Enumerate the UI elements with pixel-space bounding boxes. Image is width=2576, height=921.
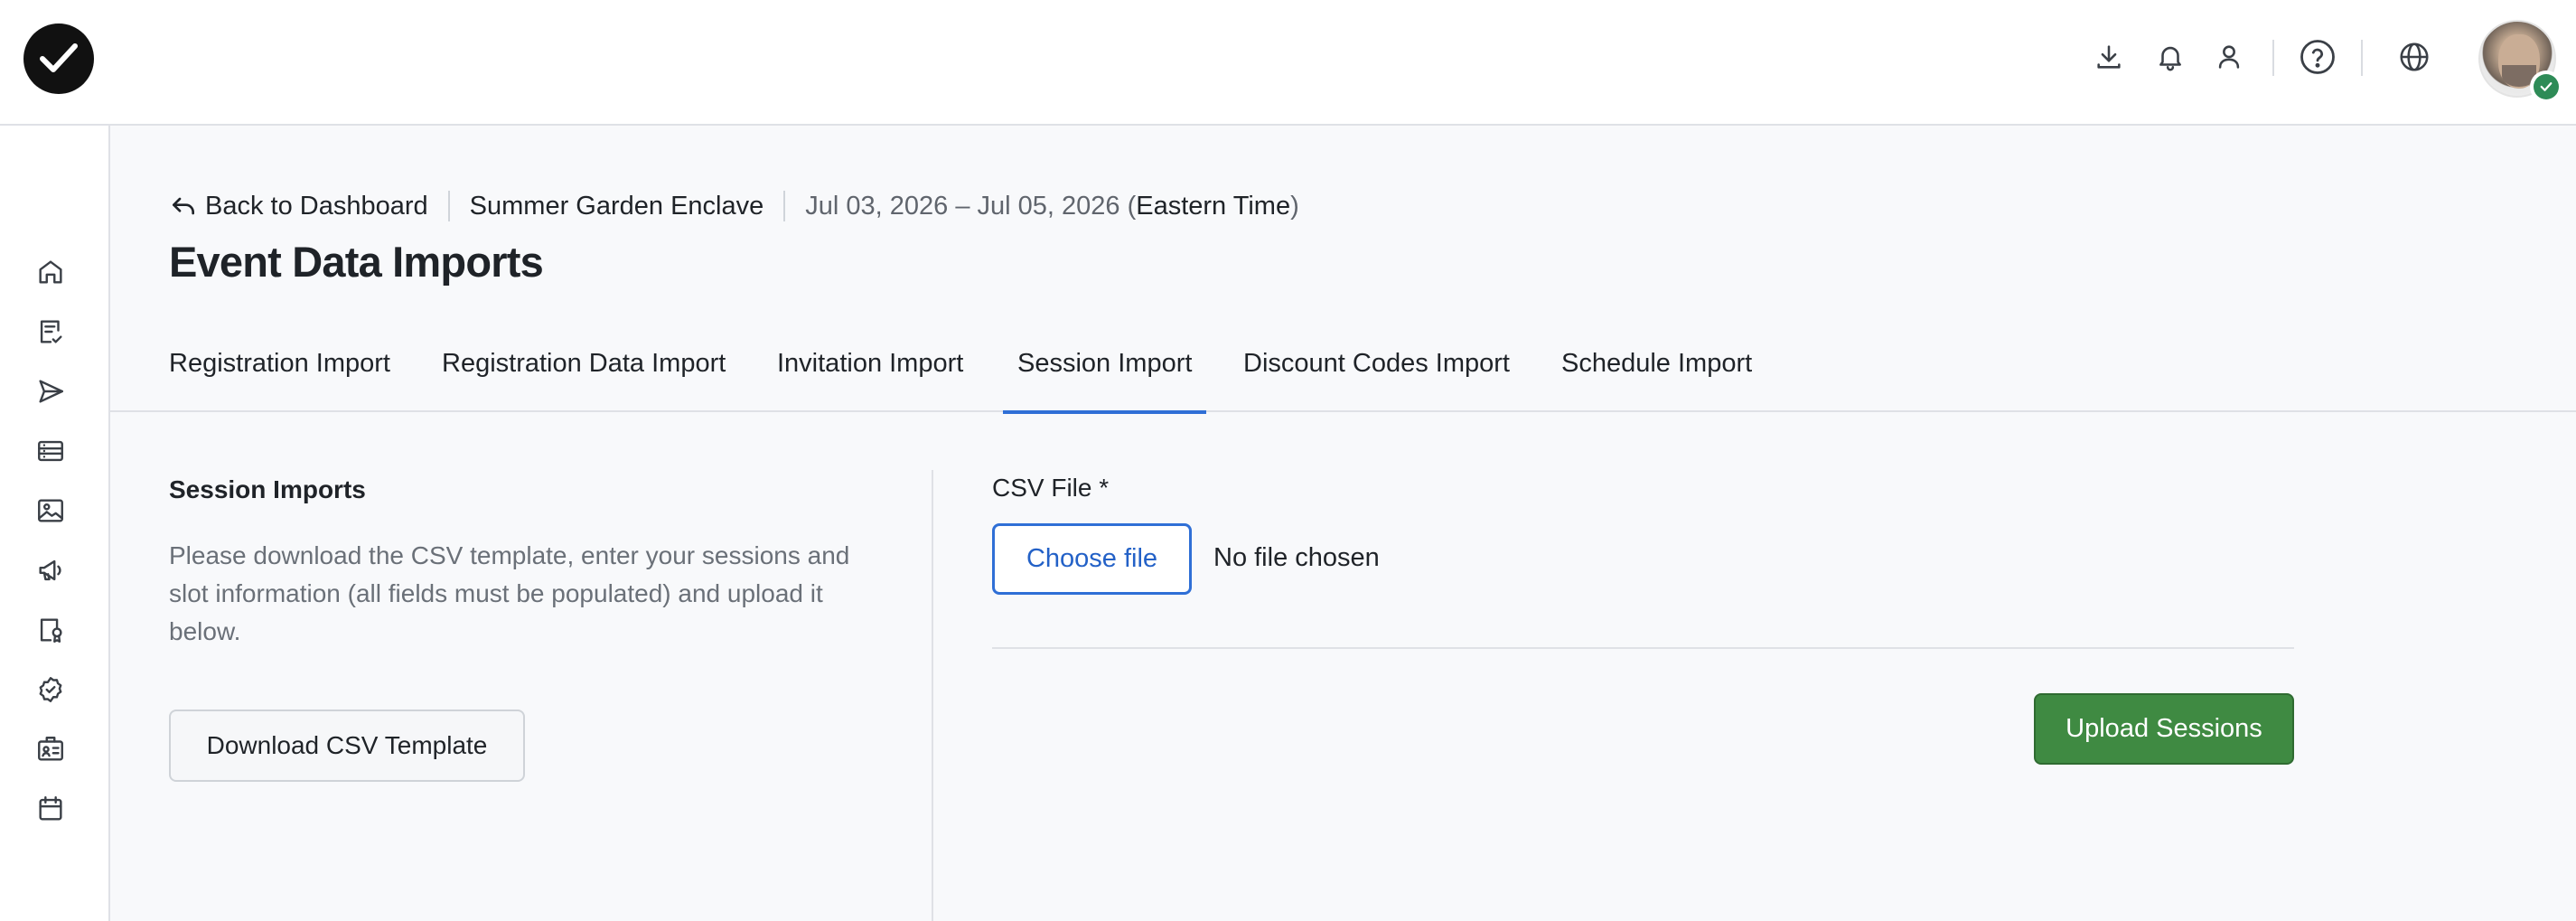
file-status: No file chosen	[1213, 543, 1380, 572]
download-icon[interactable]	[2088, 36, 2130, 78]
date-close-paren: )	[1290, 191, 1299, 221]
user-icon[interactable]	[2208, 36, 2250, 78]
description-line: Please download the CSV template, enter …	[169, 541, 850, 569]
back-arrow-icon	[173, 197, 194, 215]
calendar-icon[interactable]	[34, 793, 67, 825]
upload-sessions-button[interactable]: Upload Sessions	[2034, 693, 2294, 765]
panel-divider	[932, 470, 933, 921]
tab-label: Registration Import	[169, 349, 390, 378]
tab-schedule-import[interactable]: Schedule Import	[1561, 349, 1752, 412]
top-bar	[0, 0, 2576, 126]
image-icon[interactable]	[34, 494, 67, 527]
tab-session-import[interactable]: Session Import	[1002, 349, 1207, 414]
back-label: Back to Dashboard	[205, 191, 428, 221]
breadcrumb-separator	[447, 191, 450, 221]
tab-label: Discount Codes Import	[1243, 349, 1510, 378]
badge-certificate-icon[interactable]	[34, 614, 67, 646]
verified-icon	[2534, 74, 2559, 99]
sidebar	[0, 126, 110, 921]
description-line: slot information (all fields must be pop…	[169, 579, 823, 607]
help-icon[interactable]	[2297, 36, 2338, 78]
import-tabs: Registration Import Registration Data Im…	[110, 336, 2576, 414]
section-title: Session Imports	[169, 475, 366, 503]
tab-registration-data-import[interactable]: Registration Data Import	[442, 349, 726, 412]
section-description: Please download the CSV template, enter …	[169, 537, 892, 651]
download-csv-template-button[interactable]: Download CSV Template	[169, 710, 525, 782]
status-badge	[2530, 70, 2562, 103]
tab-registration-import[interactable]: Registration Import	[169, 349, 390, 412]
breadcrumb-separator	[783, 191, 786, 221]
tab-label: Schedule Import	[1561, 349, 1753, 378]
checklist-icon[interactable]	[34, 315, 67, 348]
description-line: below.	[169, 617, 241, 645]
tab-label: Registration Data Import	[442, 349, 726, 378]
back-to-dashboard-link[interactable]: Back to Dashboard	[169, 192, 428, 221]
logo[interactable]	[23, 23, 94, 94]
tab-label: Session Import	[1017, 349, 1193, 378]
divider	[2272, 40, 2274, 76]
checkmark-logo-icon	[40, 43, 78, 72]
event-name: Summer Garden Enclave	[469, 191, 764, 221]
list-icon[interactable]	[34, 435, 67, 467]
timezone-label: Eastern Time	[1136, 191, 1291, 221]
page-title: Event Data Imports	[169, 238, 544, 286]
globe-icon[interactable]	[2393, 36, 2435, 78]
send-icon[interactable]	[34, 375, 67, 408]
date-range-text: Jul 03, 2026 – Jul 05, 2026 (	[805, 191, 1137, 221]
megaphone-icon[interactable]	[34, 554, 67, 587]
tab-discount-codes-import[interactable]: Discount Codes Import	[1243, 349, 1510, 412]
divider	[2361, 40, 2363, 76]
csv-file-label: CSV File *	[992, 474, 1110, 502]
tab-label: Invitation Import	[777, 349, 964, 378]
home-icon[interactable]	[34, 256, 67, 288]
tab-invitation-import[interactable]: Invitation Import	[777, 349, 963, 412]
check-circle-icon[interactable]	[34, 673, 67, 706]
form-divider	[992, 647, 2294, 649]
breadcrumb: Back to Dashboard Summer Garden Enclave …	[169, 188, 1299, 224]
id-badge-icon[interactable]	[34, 733, 67, 766]
choose-file-button[interactable]: Choose file	[992, 523, 1192, 595]
bell-icon[interactable]	[2150, 36, 2191, 78]
event-date-range: Jul 03, 2026 – Jul 05, 2026 (Eastern Tim…	[805, 192, 1299, 221]
